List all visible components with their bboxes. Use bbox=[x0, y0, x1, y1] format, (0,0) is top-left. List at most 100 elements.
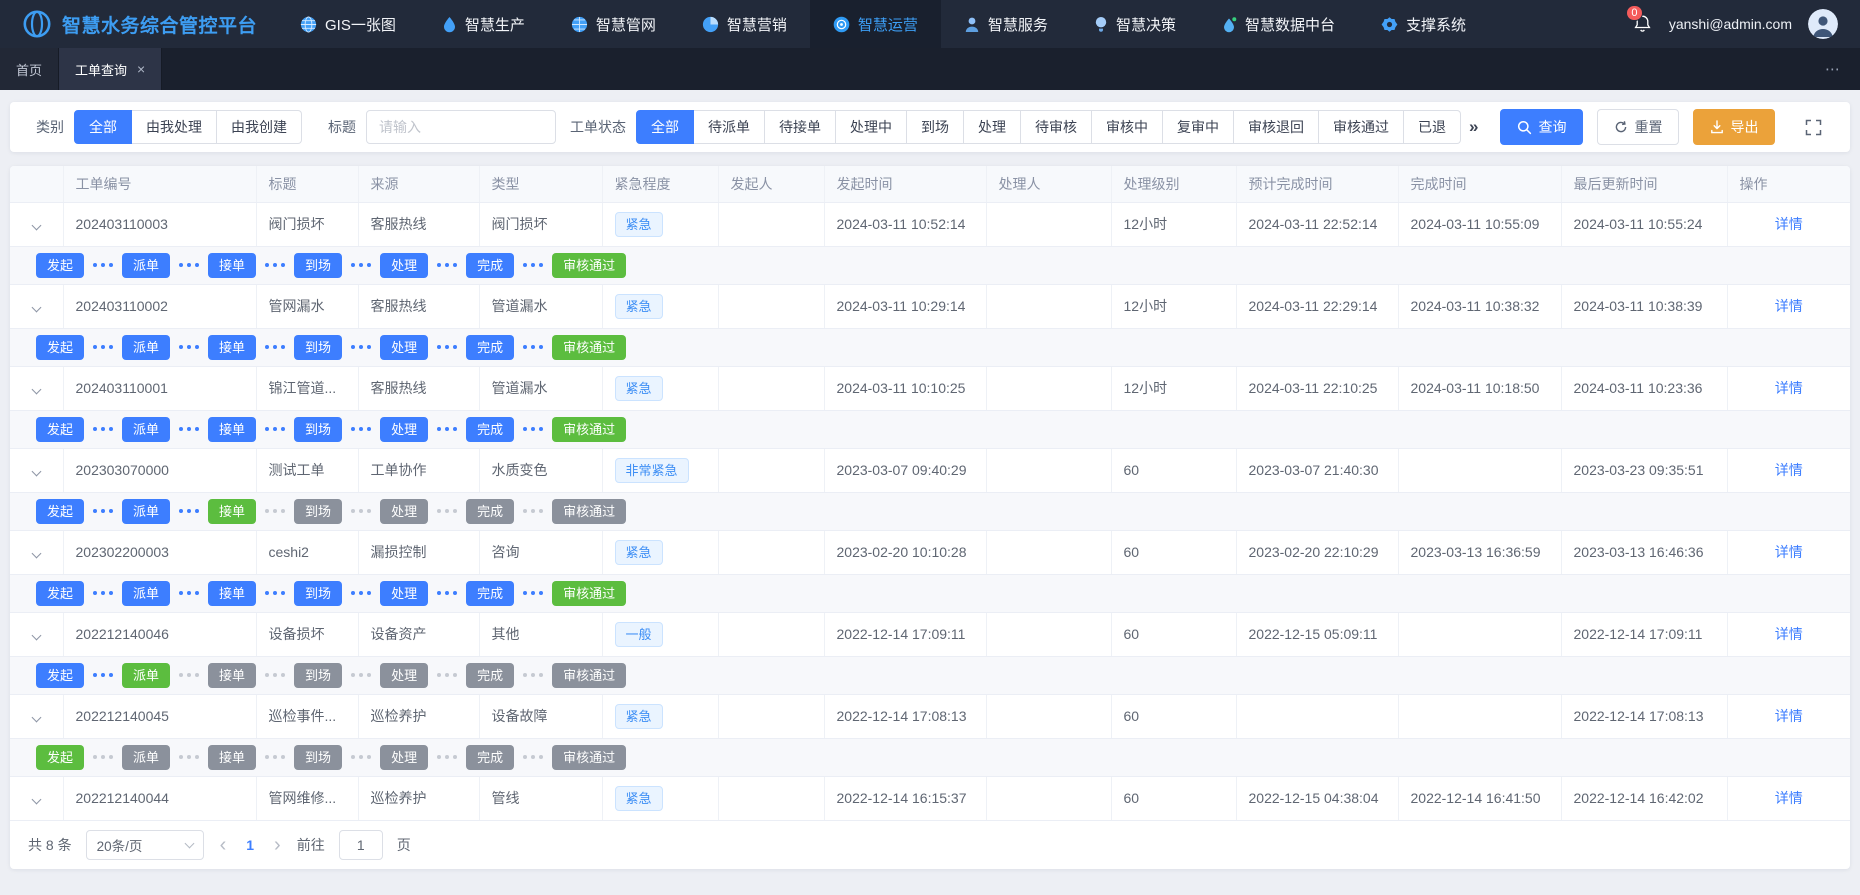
step-done: 发起 bbox=[36, 417, 84, 442]
detail-link[interactable]: 详情 bbox=[1775, 708, 1803, 724]
expand-chevron-icon[interactable] bbox=[31, 303, 41, 313]
step-connector-dots bbox=[437, 755, 457, 759]
dot bbox=[187, 591, 191, 595]
step-connector-dots bbox=[179, 509, 199, 513]
nav-item-data-center[interactable]: 智慧数据中台 bbox=[1199, 0, 1358, 48]
status-option-6[interactable]: 待审核 bbox=[1021, 110, 1092, 144]
dot bbox=[273, 591, 277, 595]
dot bbox=[109, 509, 113, 513]
cell-level: 12小时 bbox=[1111, 366, 1236, 410]
current-page-number[interactable]: 1 bbox=[242, 837, 258, 853]
status-option-2[interactable]: 待接单 bbox=[765, 110, 836, 144]
status-option-5[interactable]: 处理 bbox=[964, 110, 1021, 144]
page-size-select[interactable]: 20条/页 bbox=[86, 830, 204, 860]
nav-item-decision[interactable]: 智慧决策 bbox=[1071, 0, 1199, 48]
user-email[interactable]: yanshi@admin.com bbox=[1669, 16, 1792, 32]
cell-urgency: 紧急 bbox=[602, 284, 718, 328]
category-option-0[interactable]: 全部 bbox=[74, 110, 132, 144]
expand-chevron-icon[interactable] bbox=[31, 385, 41, 395]
dot bbox=[351, 755, 355, 759]
status-option-8[interactable]: 复审中 bbox=[1163, 110, 1234, 144]
prev-page-button[interactable]: ‹ bbox=[218, 835, 229, 855]
user-avatar[interactable] bbox=[1808, 9, 1838, 39]
status-more-icon[interactable]: » bbox=[1469, 117, 1478, 137]
dot bbox=[367, 509, 371, 513]
search-button[interactable]: 查询 bbox=[1500, 109, 1583, 145]
steps-cell: 发起派单接单到场处理完成审核通过 bbox=[10, 738, 1850, 776]
dot bbox=[351, 345, 355, 349]
expand-cell bbox=[10, 612, 63, 656]
detail-link[interactable]: 详情 bbox=[1775, 298, 1803, 314]
workflow-steps: 发起派单接单到场处理完成审核通过 bbox=[36, 253, 1850, 278]
expand-chevron-icon[interactable] bbox=[31, 221, 41, 231]
dot bbox=[539, 673, 543, 677]
export-button[interactable]: 导出 bbox=[1693, 109, 1775, 145]
category-option-2[interactable]: 由我创建 bbox=[217, 110, 302, 144]
status-option-7[interactable]: 审核中 bbox=[1092, 110, 1163, 144]
detail-link[interactable]: 详情 bbox=[1775, 216, 1803, 232]
cell-expected: 2024-03-11 22:10:25 bbox=[1236, 366, 1398, 410]
steps-cell: 发起派单接单到场处理完成审核通过 bbox=[10, 246, 1850, 284]
cell-updated: 2024-03-11 10:38:39 bbox=[1561, 284, 1727, 328]
tab-more-icon[interactable]: ⋯ bbox=[1825, 60, 1860, 78]
step-connector-dots bbox=[93, 263, 113, 267]
notification-bell-icon[interactable]: 0 bbox=[1633, 14, 1653, 34]
cell-source: 工单协作 bbox=[358, 448, 479, 492]
step-connector-dots bbox=[93, 345, 113, 349]
dot bbox=[195, 427, 199, 431]
cell-handler bbox=[986, 530, 1111, 574]
dot bbox=[109, 673, 113, 677]
step-pending: 到场 bbox=[294, 663, 342, 688]
detail-link[interactable]: 详情 bbox=[1775, 790, 1803, 806]
fullscreen-icon[interactable] bbox=[1805, 119, 1822, 136]
detail-link[interactable]: 详情 bbox=[1775, 544, 1803, 560]
step-connector-dots bbox=[265, 591, 285, 595]
expand-chevron-icon[interactable] bbox=[31, 713, 41, 723]
cell-id: 202403110003 bbox=[63, 202, 256, 246]
status-option-0[interactable]: 全部 bbox=[636, 110, 694, 144]
tab-home[interactable]: 首页 bbox=[0, 48, 59, 90]
nav-item-support[interactable]: 支撑系统 bbox=[1358, 0, 1489, 48]
category-option-1[interactable]: 由我处理 bbox=[132, 110, 217, 144]
detail-link[interactable]: 详情 bbox=[1775, 462, 1803, 478]
status-option-1[interactable]: 待派单 bbox=[694, 110, 765, 144]
cell-initiator bbox=[718, 366, 824, 410]
detail-link[interactable]: 详情 bbox=[1775, 380, 1803, 396]
status-option-4[interactable]: 到场 bbox=[907, 110, 964, 144]
cell-handler bbox=[986, 284, 1111, 328]
nav-item-gis[interactable]: GIS一张图 bbox=[277, 0, 419, 48]
expand-chevron-icon[interactable] bbox=[31, 795, 41, 805]
detail-link[interactable]: 详情 bbox=[1775, 626, 1803, 642]
search-button-label: 查询 bbox=[1538, 117, 1566, 137]
nav-item-pipe-network[interactable]: 智慧管网 bbox=[548, 0, 679, 48]
nav-item-marketing[interactable]: 智慧营销 bbox=[679, 0, 810, 48]
cell-source: 客服热线 bbox=[358, 284, 479, 328]
urgency-badge: 紧急 bbox=[615, 704, 663, 729]
nav-item-service[interactable]: 智慧服务 bbox=[941, 0, 1071, 48]
work-order-row: 202212140044管网维修...巡检养护管线紧急2022-12-14 16… bbox=[10, 776, 1850, 820]
expand-chevron-icon[interactable] bbox=[31, 631, 41, 641]
nav-item-operation[interactable]: 智慧运营 bbox=[810, 0, 941, 48]
goto-page-input[interactable] bbox=[339, 830, 383, 860]
expand-chevron-icon[interactable] bbox=[31, 549, 41, 559]
status-option-10[interactable]: 审核通过 bbox=[1319, 110, 1404, 144]
dot bbox=[359, 755, 363, 759]
tab-work-order-query[interactable]: 工单查询× bbox=[59, 48, 162, 90]
title-input[interactable] bbox=[366, 110, 556, 144]
nav-item-production[interactable]: 智慧生产 bbox=[419, 0, 548, 48]
reset-button[interactable]: 重置 bbox=[1597, 109, 1679, 145]
next-page-button[interactable]: › bbox=[272, 835, 283, 855]
close-icon[interactable]: × bbox=[137, 61, 145, 77]
dot bbox=[109, 591, 113, 595]
step-connector-dots bbox=[179, 345, 199, 349]
step-connector-dots bbox=[93, 591, 113, 595]
dot bbox=[531, 263, 535, 267]
dot bbox=[531, 427, 535, 431]
expand-chevron-icon[interactable] bbox=[31, 467, 41, 477]
status-option-11[interactable]: 已退 bbox=[1404, 110, 1461, 144]
dot bbox=[265, 427, 269, 431]
step-done: 派单 bbox=[122, 499, 170, 524]
status-option-9[interactable]: 审核退回 bbox=[1234, 110, 1319, 144]
nav-item-label: 智慧管网 bbox=[596, 14, 656, 35]
status-option-3[interactable]: 处理中 bbox=[836, 110, 907, 144]
